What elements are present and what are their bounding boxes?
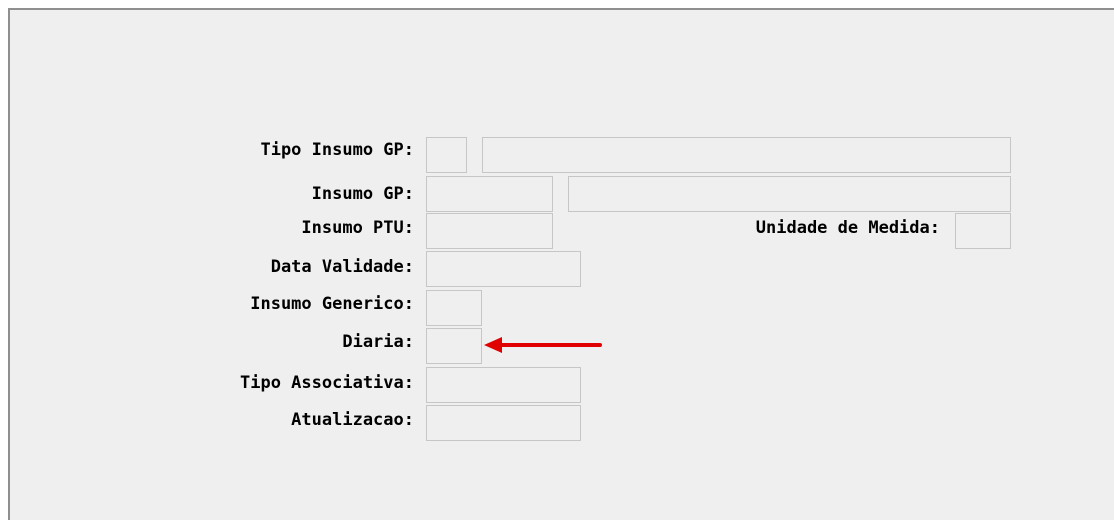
diaria-label: Diaria: — [342, 332, 414, 352]
atualizacao-label: Atualizacao: — [291, 410, 414, 430]
data-validade-field[interactable] — [426, 251, 581, 287]
insumo-ptu-field[interactable] — [426, 213, 553, 249]
insumo-gp-description-field[interactable] — [568, 176, 1011, 212]
insumo-gp-label: Insumo GP: — [311, 184, 414, 204]
unidade-de-medida-label: Unidade de Medida: — [755, 218, 940, 238]
tipo-insumo-gp-label: Tipo Insumo GP: — [260, 140, 414, 160]
tipo-associativa-field[interactable] — [426, 367, 581, 403]
diaria-field[interactable] — [426, 328, 482, 364]
data-validade-label: Data Validade: — [270, 257, 414, 277]
tipo-associativa-label: Tipo Associativa: — [240, 373, 414, 393]
insumo-generico-field[interactable] — [426, 290, 482, 326]
tipo-insumo-gp-description-field[interactable] — [482, 137, 1011, 173]
tipo-insumo-gp-code-field[interactable] — [426, 137, 467, 173]
red-arrow-annotation — [484, 337, 602, 353]
insumo-gp-code-field[interactable] — [426, 176, 553, 212]
insumo-ptu-label: Insumo PTU: — [301, 218, 414, 238]
unidade-de-medida-field[interactable] — [955, 213, 1011, 249]
atualizacao-field[interactable] — [426, 405, 581, 441]
insumo-generico-label: Insumo Generico: — [250, 294, 414, 314]
